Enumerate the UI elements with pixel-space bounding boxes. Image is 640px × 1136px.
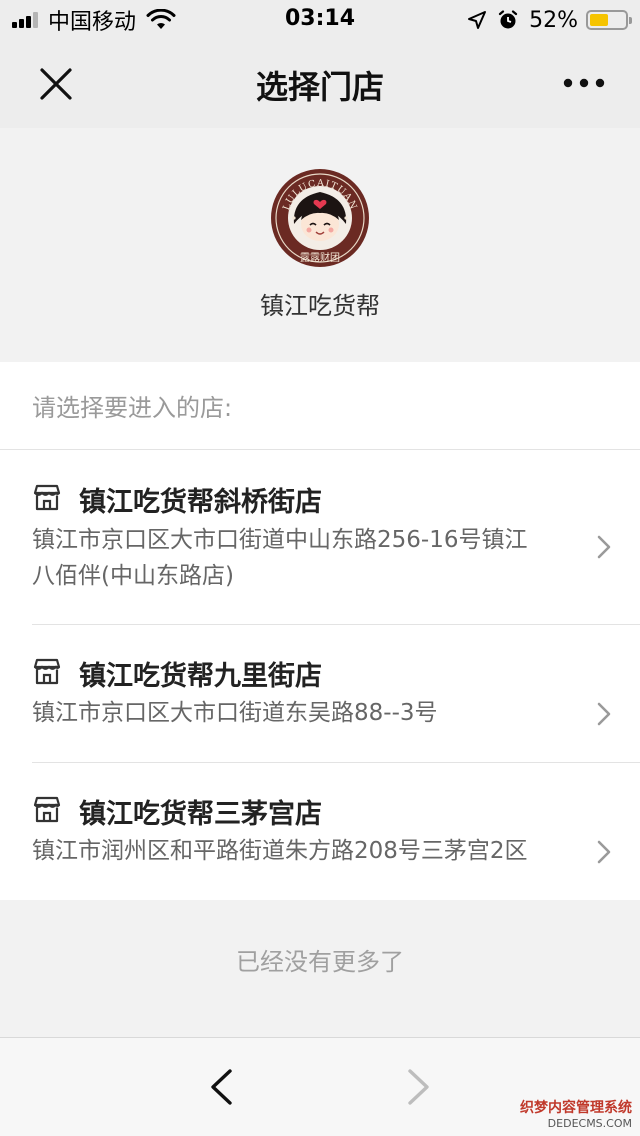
store-item-sanmaogong[interactable]: 镇江吃货帮三茅宫店 镇江市润州区和平路街道朱方路208号三茅宫2区 [0, 763, 640, 900]
status-bar: 中国移动 03:14 52% [0, 0, 640, 40]
watermark-line: 织梦内容管理系统 [520, 1100, 632, 1116]
store-item-jiuli[interactable]: 镇江吃货帮九里街店 镇江市京口区大市口街道东吴路88--3号 [0, 625, 640, 762]
chevron-right-icon [597, 535, 611, 559]
store-address: 镇江市京口区大市口街道东吴路88--3号 [32, 695, 572, 731]
brand-name: 镇江吃货帮 [260, 292, 380, 320]
chevron-right-icon [408, 1069, 429, 1105]
store-address-line: 镇江市京口区大市口街道中山东路256-16号镇江 [32, 527, 528, 553]
watermark-line: DEDECMS.COM [547, 1117, 632, 1130]
page-title: 选择门店 [255, 68, 384, 106]
chevron-right-icon [597, 702, 611, 726]
watermark: 织梦内容管理系统 DEDECMS.COM [520, 1100, 632, 1132]
alarm-icon [498, 10, 518, 29]
store-name: 镇江吃货帮斜桥街店 [79, 487, 322, 518]
chevron-right-icon [597, 840, 611, 864]
location-arrow-icon [468, 11, 487, 29]
store-name: 镇江吃货帮三茅宫店 [79, 799, 322, 830]
battery-fill [590, 14, 608, 26]
no-more-notice: 已经没有更多了 [236, 948, 404, 976]
status-right: 52% [467, 6, 632, 34]
bottom-toolbar: 织梦内容管理系统 DEDECMS.COM [0, 1037, 640, 1136]
more-icon[interactable] [562, 70, 606, 96]
select-store-prompt: 请选择要进入的店: [32, 394, 233, 422]
store-icon [33, 658, 61, 685]
store-item-xieqiao[interactable]: 镇江吃货帮斜桥街店 镇江市京口区大市口街道中山东路256-16号镇江 八佰伴(中… [0, 450, 640, 624]
store-address-line: 镇江市润州区和平路街道朱方路208号三茅宫2区 [32, 838, 528, 864]
store-address: 镇江市京口区大市口街道中山东路256-16号镇江 八佰伴(中山东路店) [32, 522, 572, 594]
store-name: 镇江吃货帮九里街店 [79, 661, 322, 692]
store-address: 镇江市润州区和平路街道朱方路208号三茅宫2区 [32, 833, 572, 869]
brand-header: LULUCAITUAN 露露财团 镇江吃货帮 [0, 128, 640, 362]
brand-logo: LULUCAITUAN 露露财团 [271, 169, 369, 267]
store-address-line: 八佰伴(中山东路店) [32, 563, 234, 589]
store-address-line: 镇江市京口区大市口街道东吴路88--3号 [32, 700, 438, 726]
store-list: 请选择要进入的店: 镇江吃货帮斜桥街店 镇江市京口区大市口街道中山东路256-1… [0, 362, 640, 900]
chevron-left-icon[interactable] [206, 1068, 236, 1106]
store-icon [33, 796, 61, 823]
store-icon [33, 484, 61, 511]
svg-text:露露财团: 露露财团 [300, 251, 340, 264]
battery-icon [586, 10, 632, 30]
battery-percent: 52% [529, 7, 578, 33]
nav-bar: 选择门店 [0, 40, 640, 128]
